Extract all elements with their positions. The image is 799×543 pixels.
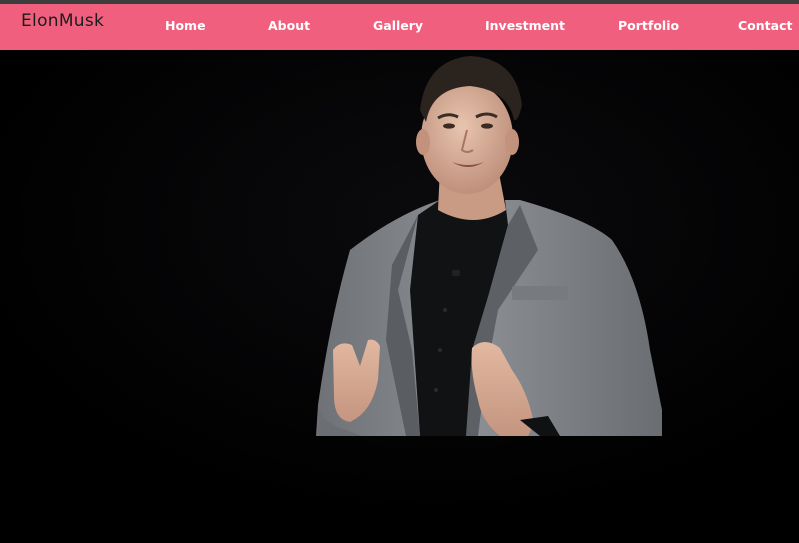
nav-investment-link[interactable]: Investment — [485, 18, 565, 33]
nav-portfolio-link[interactable]: Portfolio — [618, 18, 679, 33]
hero-portrait-image — [0, 50, 799, 543]
site-logo[interactable]: ElonMusk — [21, 11, 104, 31]
hero-section — [0, 50, 799, 543]
nav-gallery-link[interactable]: Gallery — [373, 18, 423, 33]
nav-home-link[interactable]: Home — [165, 18, 206, 33]
nav-about-link[interactable]: About — [268, 18, 310, 33]
nav-contact-link[interactable]: Contact — [738, 18, 792, 33]
navbar: ElonMusk Home About Gallery Investment P… — [0, 4, 799, 50]
